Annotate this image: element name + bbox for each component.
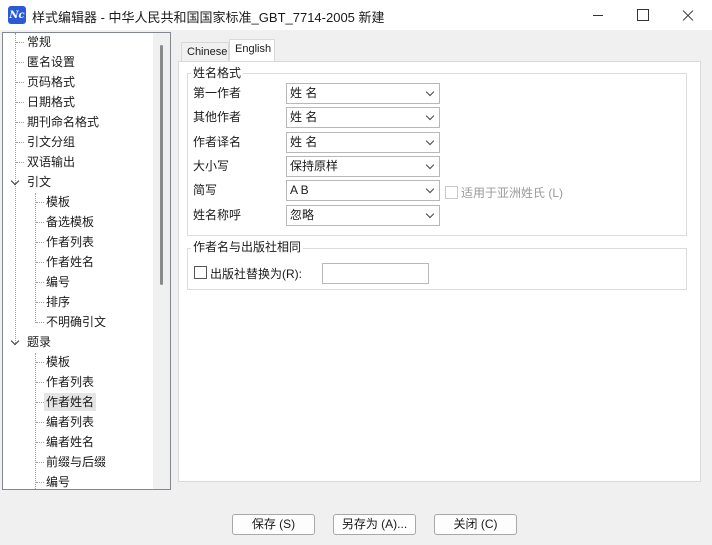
first-author-select[interactable]: 姓 名 (286, 83, 440, 104)
maximize-icon[interactable] (620, 0, 666, 30)
title-bar: Nc 样式编辑器 - 中华人民共和国国家标准_GBT_7714-2005 新建 (0, 0, 712, 30)
tree-item-bib-author-name[interactable]: 作者姓名 (44, 393, 97, 411)
other-authors-label: 其他作者 (193, 110, 242, 124)
first-author-label: 第一作者 (193, 86, 242, 100)
save-button[interactable]: 保存 (S) (232, 514, 315, 535)
tree-branch (36, 422, 44, 423)
salutation-select[interactable]: 忽略 (286, 205, 440, 226)
close-button[interactable]: 关闭 (C) (434, 514, 517, 535)
tree-item-anonymous[interactable]: 匿名设置 (25, 53, 77, 71)
tree-branch (16, 162, 24, 163)
tree-branch (36, 222, 44, 223)
publisher-replace-label: 出版社替换为(R): (210, 267, 302, 281)
tree-branch (36, 402, 44, 403)
tab-english[interactable]: English (229, 39, 275, 62)
chevron-down-icon[interactable] (10, 337, 20, 347)
settings-tree[interactable]: 常规 匿名设置 页码格式 日期格式 期刊命名格式 引文分组 双语输出 引文 模板… (2, 32, 171, 490)
asian-surname-checkbox[interactable] (445, 186, 458, 199)
chevron-down-icon (425, 184, 435, 194)
tree-item-sort[interactable]: 排序 (44, 293, 72, 311)
chevron-down-icon (425, 87, 435, 97)
tree-connector (35, 193, 36, 323)
tree-branch (36, 202, 44, 203)
tree-branch (16, 122, 24, 123)
tree-item-bib-author-list[interactable]: 作者列表 (44, 373, 96, 391)
chevron-down-icon (425, 209, 435, 219)
salutation-label: 姓名称呼 (193, 208, 242, 222)
scrollbar-thumb[interactable] (160, 45, 163, 285)
tree-branch (36, 462, 44, 463)
publisher-replace-input[interactable] (322, 263, 429, 284)
tree-branch (36, 442, 44, 443)
tree-branch (36, 242, 44, 243)
abbreviation-label: 简写 (193, 183, 218, 197)
other-authors-value: 姓 名 (290, 110, 318, 124)
tree-item-prefix-suffix[interactable]: 前缀与后缀 (44, 453, 108, 471)
case-label: 大小写 (193, 159, 230, 173)
name-format-title: 姓名格式 (191, 66, 244, 80)
tree-branch (36, 382, 44, 383)
chevron-down-icon (425, 160, 435, 170)
tree-item-bib-template[interactable]: 模板 (44, 353, 72, 371)
tree-branch (36, 302, 44, 303)
tree-branch (16, 62, 24, 63)
tree-branch (36, 262, 44, 263)
first-author-value: 姓 名 (290, 86, 318, 100)
tree-branch (16, 42, 24, 43)
tree-branch (16, 142, 24, 143)
tree-item-editor-name[interactable]: 编者姓名 (44, 433, 96, 451)
tree-branch (16, 82, 24, 83)
salutation-value: 忽略 (290, 208, 315, 222)
app-icon: Nc (8, 6, 26, 24)
tree-branch (36, 482, 44, 483)
window-title: 样式编辑器 - 中华人民共和国国家标准_GBT_7714-2005 新建 (32, 10, 385, 25)
tree-connector (15, 33, 16, 343)
abbreviation-select[interactable]: A B (286, 180, 440, 201)
tree-item-citation-author-name[interactable]: 作者姓名 (44, 253, 96, 271)
tree-item-ambiguous[interactable]: 不明确引文 (44, 313, 108, 331)
tab-chinese[interactable]: Chinese (181, 42, 229, 62)
asian-surname-label: 适用于亚洲姓氏 (L) (461, 186, 564, 200)
tree-item-citation[interactable]: 引文 (25, 173, 53, 191)
tree-item-citation-template[interactable]: 模板 (44, 193, 72, 211)
chevron-down-icon (425, 136, 435, 146)
publisher-group-title: 作者名与出版社相同 (191, 240, 304, 254)
chevron-down-icon[interactable] (10, 177, 20, 187)
minimize-icon[interactable] (575, 0, 621, 30)
tree-item-citation-group[interactable]: 引文分组 (25, 133, 77, 151)
translated-name-label: 作者译名 (193, 135, 242, 149)
tree-item-bibliography[interactable]: 题录 (25, 333, 53, 351)
tree-item-editor-list[interactable]: 编者列表 (44, 413, 96, 431)
tree-item-page-format[interactable]: 页码格式 (25, 73, 77, 91)
tree-branch (36, 362, 44, 363)
tree-branch (36, 322, 44, 323)
tree-item-date-format[interactable]: 日期格式 (25, 93, 77, 111)
save-as-button[interactable]: 另存为 (A)... (333, 514, 416, 535)
tree-branch (36, 282, 44, 283)
close-icon[interactable] (665, 0, 711, 30)
tree-scrollbar[interactable] (153, 33, 170, 489)
tree-item-citation-author-list[interactable]: 作者列表 (44, 233, 96, 251)
translated-name-value: 姓 名 (290, 135, 318, 149)
translated-name-select[interactable]: 姓 名 (286, 132, 440, 153)
tree-item-bilingual[interactable]: 双语输出 (25, 153, 77, 171)
abbreviation-value: A B (290, 183, 309, 197)
publisher-replace-checkbox[interactable] (194, 266, 207, 279)
tab-panel-english: 姓名格式 第一作者 姓 名 其他作者 姓 名 作者译名 姓 名 大小写 保持原样… (178, 61, 701, 482)
other-authors-select[interactable]: 姓 名 (286, 107, 440, 128)
chevron-down-icon (425, 111, 435, 121)
case-select[interactable]: 保持原样 (286, 156, 440, 177)
case-value: 保持原样 (290, 159, 339, 173)
tree-item-alt-template[interactable]: 备选模板 (44, 213, 96, 231)
tree-item-general[interactable]: 常规 (25, 33, 53, 51)
tree-branch (16, 102, 24, 103)
tree-item-bib-number[interactable]: 编号 (44, 473, 72, 489)
tree-item-journal-name[interactable]: 期刊命名格式 (25, 113, 101, 131)
tree-item-citation-number[interactable]: 编号 (44, 273, 72, 291)
